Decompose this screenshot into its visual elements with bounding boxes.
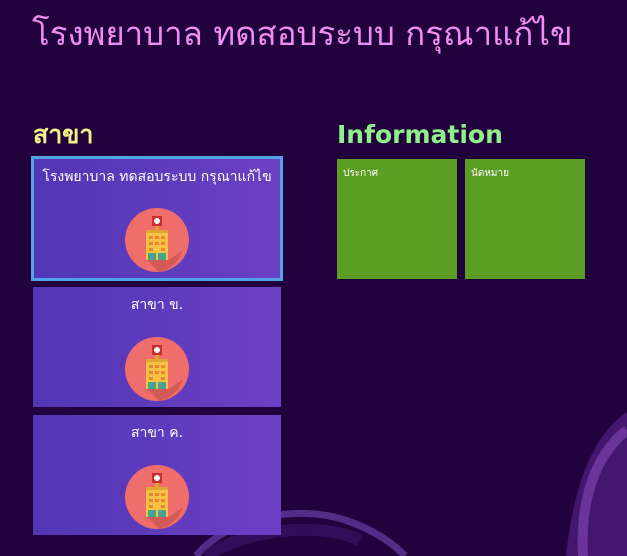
branches-heading: สาขา [33, 120, 94, 149]
branch-name: สาขา ค. [130, 425, 184, 441]
tile-announcement[interactable]: ประกาศ [337, 159, 457, 279]
app-title: โรงพยาบาล ทดสอบระบบ กรุณาแก้ไข [32, 14, 573, 53]
tile-label: นัดหมาย [471, 168, 509, 179]
branch-tile-main[interactable]: โรงพยาบาล ทดสอบระบบ กรุณาแก้ไข [31, 156, 283, 281]
branch-name: สาขา ข. [130, 297, 184, 313]
branch-name: โรงพยาบาล ทดสอบระบบ กรุณาแก้ไข [42, 169, 272, 185]
hospital-icon [125, 465, 189, 529]
branch-tile-c[interactable]: สาขา ค. [33, 415, 281, 535]
branch-tile-b[interactable]: สาขา ข. [33, 287, 281, 407]
information-heading: Information [337, 120, 503, 149]
hospital-icon [125, 337, 189, 401]
tile-label: ประกาศ [343, 168, 379, 179]
tile-appointment[interactable]: นัดหมาย [465, 159, 585, 279]
hospital-icon [125, 208, 189, 272]
